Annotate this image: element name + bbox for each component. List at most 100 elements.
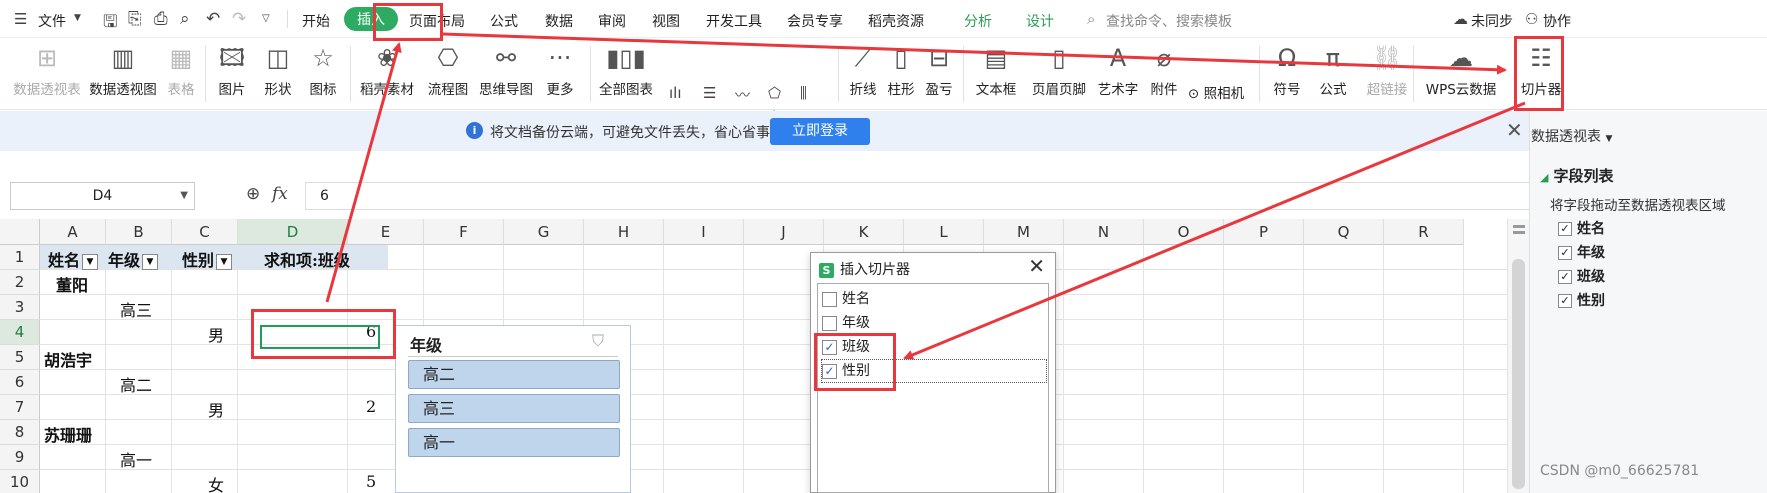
column-header-o[interactable]: O (1144, 219, 1224, 245)
field-name[interactable]: ✓ 姓名 (1558, 218, 1605, 238)
column-header-k[interactable]: K (824, 219, 904, 245)
shape-button[interactable]: ◫ 形状 (258, 38, 298, 110)
fx-icon[interactable]: fx (272, 184, 288, 204)
checkbox[interactable] (822, 315, 837, 331)
more-button[interactable]: ··· 更多 (540, 38, 580, 110)
cloud-icon[interactable]: ☁ (1453, 10, 1468, 28)
zoom-icon[interactable]: ⊕ (246, 184, 260, 204)
search-icon[interactable]: ⌕ (1087, 10, 1095, 28)
column-header-a[interactable]: A (40, 219, 106, 245)
checkbox-checked[interactable]: ✓ (1558, 294, 1572, 308)
field-class[interactable]: ✓ 班级 (1558, 266, 1605, 286)
chevron-down-icon[interactable]: ▼ (180, 183, 188, 209)
column-header-b[interactable]: B (106, 219, 172, 245)
sync-status[interactable]: 未同步 (1471, 11, 1513, 31)
filter-dropdown-icon[interactable]: ▼ (82, 253, 99, 270)
hyperlink-button[interactable]: ⛓ 超链接 (1365, 38, 1409, 110)
checkbox[interactable] (822, 291, 837, 307)
pivot-chart-button[interactable]: ▥ 数据透视图 (88, 38, 158, 110)
grade-slicer[interactable]: 年级 ⛉ 高二 高三 高一 (395, 325, 631, 493)
picture-button[interactable]: 🖾 图片 (212, 38, 252, 110)
sparkline-column-button[interactable]: ▯ 柱形 (884, 38, 918, 110)
sparkline-winloss-button[interactable]: ⊟ 盈亏 (922, 38, 956, 110)
column-header-f[interactable]: F (424, 219, 504, 245)
cell-a8[interactable]: 苏珊珊 (44, 422, 92, 446)
spreadsheet-grid[interactable]: ABCDEFGHIJKLMNOPQR 1 2 3 4 5 6 7 8 9 10 姓名 ▼ 年级 ▼ 性… (0, 219, 1507, 493)
slicer-item[interactable]: 高二 (408, 360, 620, 389)
cell-d7[interactable]: 2 (366, 397, 376, 416)
cell-b9[interactable]: 高一 (120, 447, 152, 471)
command-search-input[interactable]: 查找命令、搜索模板 (1106, 11, 1232, 31)
field-grade[interactable]: ✓ 年级 (1558, 242, 1605, 262)
column-header-l[interactable]: L (904, 219, 984, 245)
column-header-r[interactable]: R (1384, 219, 1464, 245)
print-icon[interactable]: ⎙ (154, 9, 168, 29)
cell-a2[interactable]: 董阳 (56, 272, 88, 296)
cell-a5[interactable]: 胡浩宇 (44, 347, 92, 371)
tab-formulas[interactable]: 公式 (490, 11, 518, 31)
name-box[interactable]: D4 ▼ (10, 182, 195, 210)
slicer-option-name[interactable]: 姓名 (822, 288, 870, 310)
column-header-c[interactable]: C (172, 219, 238, 245)
row-header-6[interactable]: 6 (0, 370, 40, 395)
close-icon[interactable]: ✕ (1506, 118, 1523, 142)
chevron-down-icon[interactable]: ▼ (74, 13, 81, 23)
row-header-3[interactable]: 3 (0, 295, 40, 320)
tab-data[interactable]: 数据 (545, 11, 573, 31)
column-header-d[interactable]: D (238, 219, 348, 245)
export-icon[interactable]: ⎘ (128, 9, 142, 29)
row-header-5[interactable]: 5 (0, 345, 40, 370)
formula-button[interactable]: π 公式 (1313, 38, 1353, 110)
slicer-item[interactable]: 高一 (408, 428, 620, 457)
scrollbar-thumb[interactable] (1512, 259, 1525, 489)
hamburger-icon[interactable]: ☰ (14, 10, 27, 28)
symbol-button[interactable]: Ω 符号 (1267, 38, 1307, 110)
column-header-p[interactable]: P (1224, 219, 1304, 245)
quick-access-dropdown-icon[interactable]: ▽ (262, 13, 270, 24)
clear-filter-icon[interactable]: ⛉ (592, 331, 604, 351)
cell-c4[interactable]: 男 (208, 322, 224, 346)
column-header-n[interactable]: N (1064, 219, 1144, 245)
tab-home[interactable]: 开始 (302, 11, 330, 31)
bar-chart-h-icon[interactable]: ☰ (703, 84, 716, 102)
cell-b3[interactable]: 高三 (120, 297, 152, 321)
line-chart-icon[interactable]: 〰 (735, 84, 750, 105)
tab-view[interactable]: 视图 (652, 11, 680, 31)
row-header-4[interactable]: 4 (0, 320, 40, 345)
checkbox-checked[interactable]: ✓ (1558, 270, 1572, 284)
camera-button[interactable]: ⊙ 照相机 (1188, 82, 1244, 102)
mindmap-button[interactable]: ⚯ 思维导图 (477, 38, 535, 110)
row-header-7[interactable]: 7 (0, 395, 40, 420)
cell-c7[interactable]: 男 (208, 397, 224, 421)
icon-library-button[interactable]: ☆ 图标 (303, 38, 343, 110)
column-chart-icon[interactable]: ılı (669, 84, 682, 102)
print-preview-icon[interactable]: ⌕ (180, 9, 190, 29)
tab-developer[interactable]: 开发工具 (706, 11, 762, 31)
filter-dropdown-icon[interactable]: ▼ (216, 253, 233, 270)
wordart-button[interactable]: A 艺术字 (1092, 38, 1144, 110)
tab-member[interactable]: 会员专享 (787, 11, 843, 31)
docer-material-button[interactable]: ❀ 稻壳素材 (358, 38, 416, 110)
close-icon[interactable]: ✕ (1028, 254, 1045, 278)
cell-c10[interactable]: 女 (208, 472, 224, 493)
all-charts-button[interactable]: ▮▯▮ 全部图表 (596, 38, 656, 110)
column-header-m[interactable]: M (984, 219, 1064, 245)
column-header-q[interactable]: Q (1304, 219, 1384, 245)
save-icon[interactable]: 🖫 (103, 9, 117, 38)
vertical-scrollbar[interactable] (1507, 219, 1529, 493)
table-button[interactable]: ▦ 表格 (163, 38, 199, 110)
file-menu[interactable]: 文件 (38, 11, 66, 31)
slicer-item[interactable]: 高三 (408, 394, 620, 423)
row-header-10[interactable]: 10 (0, 470, 40, 493)
attachment-button[interactable]: ⌀ 附件 (1147, 38, 1181, 110)
undo-icon[interactable]: ↶ (206, 9, 220, 29)
column-header-h[interactable]: H (584, 219, 664, 245)
cell-b6[interactable]: 高二 (120, 372, 152, 396)
collab-button[interactable]: 协作 (1543, 11, 1571, 31)
wps-cloud-data-button[interactable]: ☁ WPS云数据 (1420, 38, 1502, 110)
row-header-2[interactable]: 2 (0, 270, 40, 295)
column-header-i[interactable]: I (664, 219, 744, 245)
tab-docer[interactable]: 稻壳资源 (868, 11, 924, 31)
field-list-title[interactable]: ◢ 字段列表 (1540, 165, 1613, 186)
row-header-9[interactable]: 9 (0, 445, 40, 470)
